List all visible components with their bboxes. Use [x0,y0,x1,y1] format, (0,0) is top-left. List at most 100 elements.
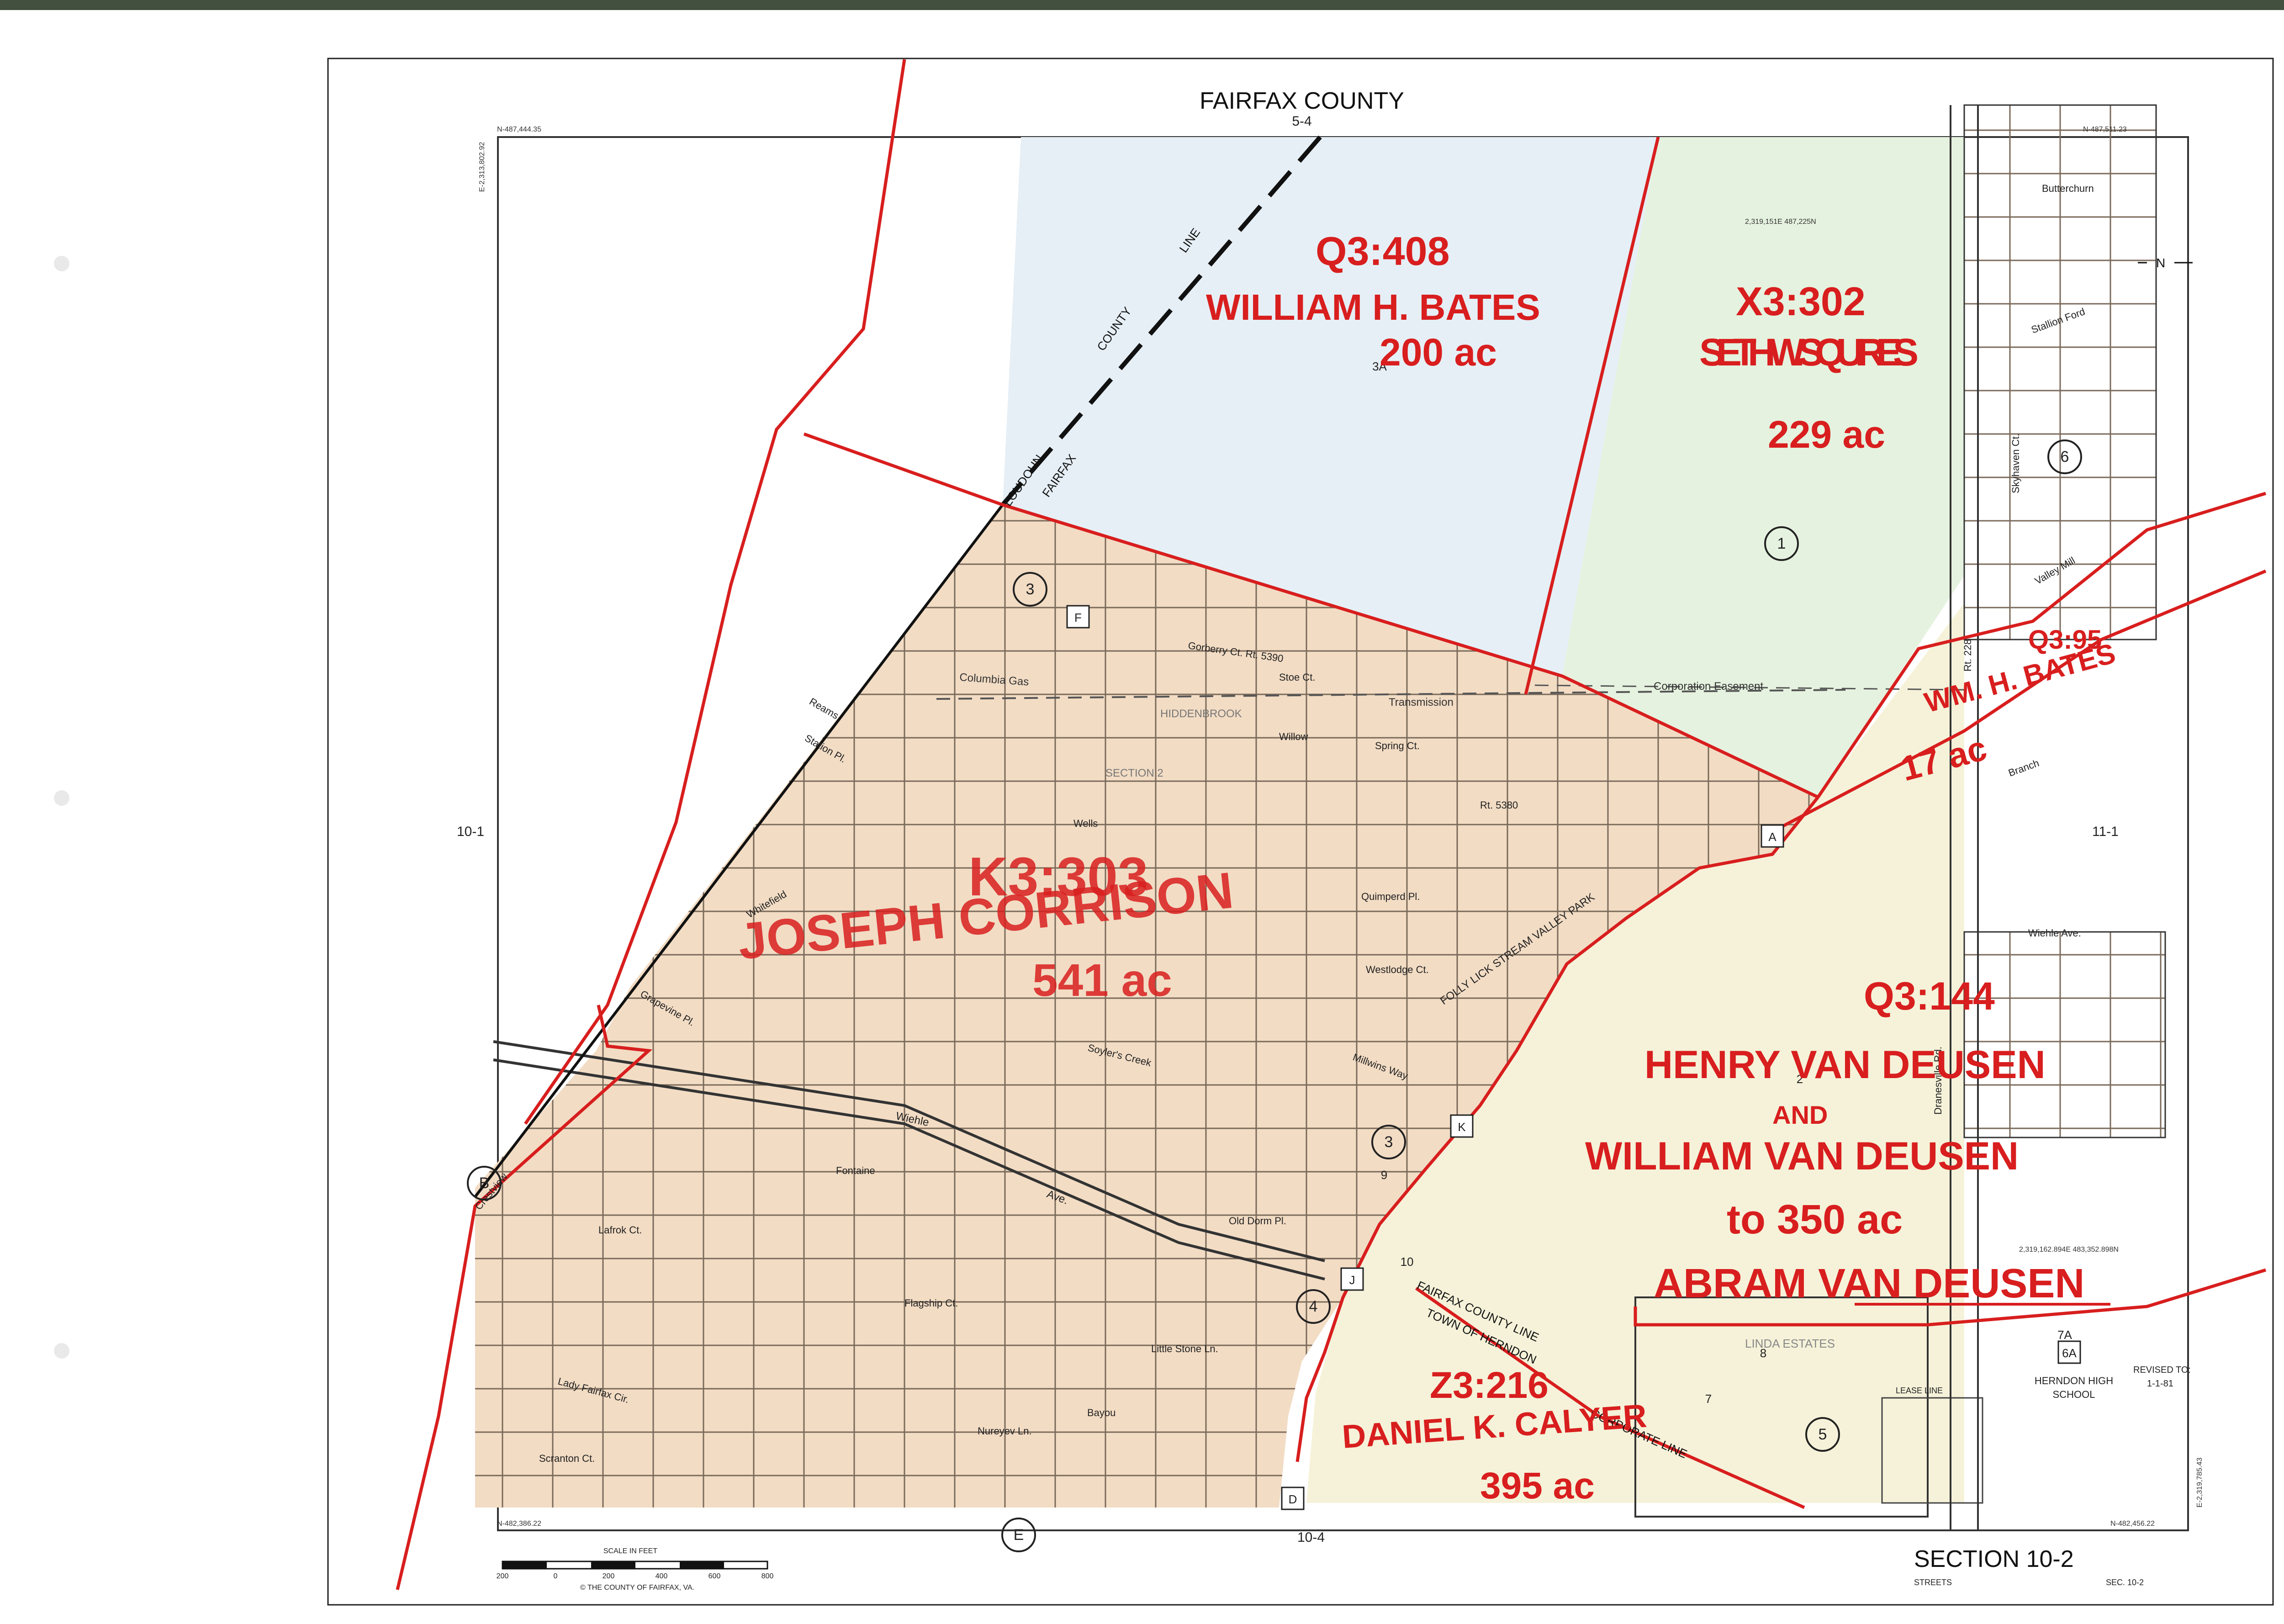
parcel-marker-label: 6 [2061,448,2069,466]
coord-right-e: E-2,319,785.43 [2196,1457,2204,1508]
parcel-marker: F [1066,605,1090,629]
tax-map: FAIRFAX COUNTY 5-4 10-4 10-1 11-1 N-487,… [327,58,2274,1606]
coord-top-left: N-487,444.35 [497,126,541,133]
parcel-marker-label: 5 [1819,1426,1827,1443]
fontaine-label: Fontaine [836,1165,875,1176]
parcel-marker-label: 4 [1309,1298,1318,1315]
little-stone-label: Little Stone Ln. [1151,1343,1218,1354]
section-2-label: SECTION 2 [1105,767,1163,779]
nureyev-label: Nureyev Ln. [978,1425,1032,1437]
parcel-marker-label: A [1768,830,1776,844]
parcel-marker-label: F [1074,611,1082,624]
annotation-van-deusen-owner: HENRY VAN DEUSEN [1644,1043,2046,1087]
parcel-marker: J [1340,1267,1364,1291]
parcel-marker: 6A [2057,1340,2081,1364]
parcel-marker-label: K [1458,1120,1466,1134]
north-arrow-label: N [2156,256,2165,270]
corporation-easement-label: Corporation Easement [1654,680,1763,693]
coord-top-right: N-487,511.23 [2083,126,2127,133]
scranton-label: Scranton Ct. [539,1453,595,1464]
annotation-van-deusen-owner3: ABRAM VAN DEUSEN [1654,1261,2084,1307]
parcel-marker: D [1281,1486,1305,1510]
scale-tick-label: 200 [497,1572,509,1580]
wells-label: Wells [1073,818,1098,829]
parcel-marker: K [1450,1114,1474,1138]
annotation-calyer-ref: Z3:216 [1430,1365,1549,1406]
parcel-marker-label: E [1014,1526,1024,1544]
parcel-marker-label: 6A [2062,1346,2077,1360]
revised-label: REVISED TO: [2133,1365,2191,1375]
herndon-high-label: HERNDON HIGH [2035,1375,2113,1386]
parcel-marker: 8 [1760,1346,1766,1360]
parcel-marker-label: 9 [1381,1168,1387,1182]
parcel-marker-label: 7 [1705,1392,1712,1406]
skyhaven-label: Skyhaven Ct. [2010,434,2021,493]
annotation-bates-owner: WILLIAM H. BATES [1206,287,1540,328]
annotation-van-deusen-to: to 350 ac [1727,1197,1903,1243]
lease-line-label: LEASE LINE [1896,1386,1943,1395]
scale-tick-label: 600 [708,1572,721,1580]
annotation-van-deusen-conj: AND [1772,1100,1828,1129]
annotation-squires-ref: X3:302 [1736,279,1866,324]
bayou-label: Bayou [1087,1407,1116,1418]
scale-tick-label: 400 [656,1572,668,1580]
annotation-calyer-acres: 395 ac [1480,1465,1595,1507]
transmission-label: Transmission [1389,696,1454,709]
right-grid-ref: 11-1 [2092,824,2119,839]
hiddenbrook-label: HIDDENBROOK [1160,708,1242,720]
parcel-marker: 9 [1381,1168,1387,1182]
westlodge-label: Westlodge Ct. [1366,964,1429,975]
coord-bottom-right: N-482,456.22 [2110,1520,2155,1528]
bottom-grid-ref: 10-4 [1297,1530,1325,1545]
annotation-van-deusen-ref: Q3:144 [1864,974,1995,1018]
annotation-van-deusen-owner2: WILLIAM VAN DEUSEN [1585,1134,2019,1178]
lafrok-label: Lafrok Ct. [598,1224,642,1236]
left-grid-ref: 10-1 [457,824,484,839]
stoe-ct-label: Stoe Ct. [1279,672,1315,683]
coord-inner-top: 2,319,151E 487,225N [1745,218,1816,226]
spring-ct-label: Spring Ct. [1375,740,1420,751]
parcel-marker-label: 7A [2057,1328,2072,1342]
parcel-marker: 7 [1705,1392,1712,1406]
parcel-marker-label: 10 [1401,1255,1414,1269]
rt-228-label: Rt. 228 [1962,639,1973,672]
rt-5380-label: Rt. 5380 [1480,799,1518,811]
annotation-squires-owner: SETH W. SQUIRES [1699,331,1919,374]
coord-bottom-left: N-482,386.22 [497,1520,541,1528]
scale-tick-label: 0 [554,1572,558,1580]
willow-label: Willow [1279,731,1308,742]
annotation-squires-acres: 229 ac [1768,413,1885,456]
parcel-marker-label: B [479,1174,490,1192]
parcel-marker-label: 1 [1777,535,1786,552]
parcel-marker: A [1761,824,1784,848]
school-label: SCHOOL [2053,1389,2095,1400]
annotation-bates-ref: Q3:408 [1316,228,1450,274]
parcel-marker-label: 3 [1385,1133,1393,1151]
parcel-marker: 7A [2057,1328,2072,1342]
wiehle-ave-right-label: Wiehle Ave. [2028,927,2081,939]
scale-tick-label: 800 [761,1572,774,1580]
county-title: FAIRFAX COUNTY [1200,88,1404,114]
parcel-marker-label: D [1289,1492,1297,1506]
parcel-marker-label: 3 [1026,581,1035,598]
quimperd-label: Quimperd Pl. [1361,891,1420,902]
parcel-marker: 10 [1401,1255,1414,1269]
old-dorm-label: Old Dorm Pl. [1229,1215,1286,1227]
section-title: SECTION 10-2 [1914,1546,2074,1572]
top-grid-ref: 5-4 [1292,114,1311,129]
flagship-label: Flagship Ct. [904,1297,958,1309]
copyright-credit: © THE COUNTY OF FAIRFAX, VA. [580,1584,694,1592]
streets-label: STREETS [1914,1578,1952,1587]
annotation-bates-acres: 200 ac [1380,331,1497,374]
scale-label: SCALE IN FEET [603,1547,657,1555]
butterchurn-label: Butterchurn [2042,183,2094,194]
revised-date: 1-1-81 [2147,1379,2173,1389]
wiehle-subdivision [1963,931,2166,1138]
coord-inner-right: 2,319,162.894E 483,352.898N [2019,1246,2119,1254]
scale-tick-label: 200 [603,1572,615,1580]
linda-estates-label: LINDA ESTATES [1745,1337,1835,1350]
annotation-corrison-acres: 541 ac [1032,955,1172,1006]
sec-label: SEC. 10-2 [2106,1578,2144,1587]
parcel-marker-label: J [1349,1273,1355,1287]
coord-left-e: E-2,313,802.92 [478,142,486,192]
